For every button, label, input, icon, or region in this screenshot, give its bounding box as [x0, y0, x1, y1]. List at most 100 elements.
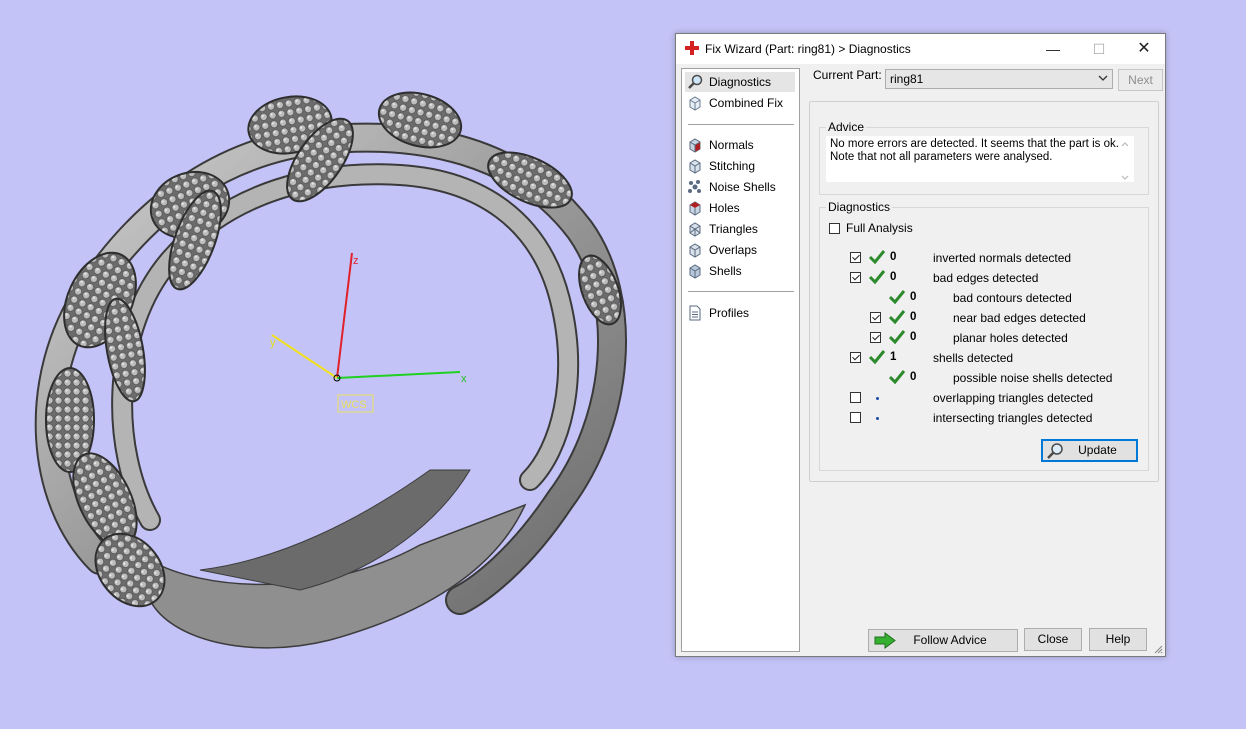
help-button[interactable]: Help: [1089, 628, 1147, 651]
diag-label: possible noise shells detected: [953, 371, 1113, 385]
advice-line-1: No more errors are detected. It seems th…: [830, 138, 1119, 150]
chevron-down-icon: [1098, 75, 1108, 81]
advice-text: No more errors are detected. It seems th…: [826, 136, 1134, 182]
overlapping-triangles-checkbox[interactable]: [850, 392, 861, 403]
red-cross-icon: [685, 41, 699, 55]
intersecting-triangles-checkbox[interactable]: [850, 412, 861, 423]
y-axis-label: y: [270, 337, 276, 349]
bad-edges-checkbox[interactable]: [850, 272, 861, 283]
document-icon: [689, 305, 701, 321]
nav-item-label: Overlaps: [709, 243, 758, 257]
z-axis-label: z: [353, 255, 359, 267]
nav-item-holes[interactable]: Holes: [685, 198, 740, 218]
nav-item-label: Stitching: [709, 159, 756, 173]
nav-item-combined-fix[interactable]: Combined Fix: [685, 93, 783, 113]
nav-item-label: Noise Shells: [709, 180, 776, 194]
cube-icon: [689, 96, 701, 111]
nav-item-label: Normals: [709, 138, 754, 152]
not-run-indicator: [876, 417, 879, 420]
current-part-value: ring81: [890, 72, 924, 86]
close-button[interactable]: Close: [1024, 628, 1082, 651]
nav-item-overlaps[interactable]: Overlaps: [685, 240, 757, 260]
nav-item-noise-shells[interactable]: Noise Shells: [685, 177, 776, 197]
nav-item-triangles[interactable]: Triangles: [685, 219, 758, 239]
nav-separator: [688, 124, 794, 125]
check-icon: [868, 250, 886, 265]
shells-cube-icon: [689, 264, 701, 279]
nav-item-diagnostics[interactable]: Diagnostics: [685, 72, 795, 92]
wizard-page: Advice No more errors are detected. It s…: [809, 101, 1159, 482]
current-part-label: Current Part:: [813, 68, 882, 82]
check-icon: [888, 330, 906, 345]
shells-checkbox[interactable]: [850, 352, 861, 363]
diag-count: 1: [890, 351, 897, 363]
resize-grip-icon[interactable]: [1153, 644, 1163, 654]
diag-label: planar holes detected: [953, 331, 1068, 345]
noise-shells-icon: [688, 180, 701, 193]
overlaps-cube-icon: [689, 243, 701, 258]
nav-item-stitching[interactable]: Stitching: [685, 156, 755, 176]
advice-line-2: Note that not all parameters were analys…: [830, 151, 1053, 163]
magnifier-icon: [1047, 443, 1063, 459]
update-label: Update: [1078, 443, 1117, 457]
advice-title: Advice: [826, 120, 867, 134]
nav-item-label: Shells: [709, 264, 742, 278]
wizard-nav: Diagnostics Combined Fix Normals Stitchi…: [681, 68, 800, 652]
diag-count: 0: [910, 291, 917, 303]
check-icon: [888, 370, 906, 385]
diag-count: 0: [910, 331, 917, 343]
fix-wizard-dialog: Fix Wizard (Part: ring81) > Diagnostics …: [675, 33, 1166, 657]
advice-scrollbar[interactable]: [1119, 139, 1131, 183]
near-bad-edges-checkbox[interactable]: [870, 312, 881, 323]
holes-cube-icon: [689, 201, 701, 216]
check-icon: [868, 350, 886, 365]
maximize-button[interactable]: ☐: [1076, 34, 1122, 64]
diagnostics-group: Diagnostics Full Analysis 0 inverted nor…: [819, 200, 1149, 471]
close-window-button[interactable]: ✕: [1121, 34, 1167, 64]
follow-advice-label: Follow Advice: [913, 633, 987, 647]
arrow-right-icon: [874, 632, 896, 649]
normals-cube-icon: [689, 138, 701, 153]
nav-item-profiles[interactable]: Profiles: [685, 303, 749, 323]
full-analysis-checkbox[interactable]: [829, 223, 840, 234]
stitching-cube-icon: [689, 159, 701, 174]
nav-item-shells[interactable]: Shells: [685, 261, 742, 281]
nav-item-label: Triangles: [709, 222, 758, 236]
update-button[interactable]: Update: [1041, 439, 1138, 462]
diag-count: 0: [890, 251, 897, 263]
follow-advice-button[interactable]: Follow Advice: [868, 629, 1018, 652]
window-title: Fix Wizard (Part: ring81) > Diagnostics: [705, 42, 911, 56]
nav-item-label: Profiles: [709, 306, 750, 320]
diag-label: inverted normals detected: [933, 251, 1072, 265]
nav-item-normals[interactable]: Normals: [685, 135, 754, 155]
ring-model: z y x WCS: [34, 91, 627, 649]
diag-label: overlapping triangles detected: [933, 391, 1094, 405]
nav-item-label: Combined Fix: [709, 96, 784, 110]
planar-holes-checkbox[interactable]: [870, 332, 881, 343]
diag-label: near bad edges detected: [953, 311, 1086, 325]
next-button[interactable]: Next: [1118, 69, 1163, 91]
nav-item-label: Diagnostics: [709, 75, 772, 89]
diag-label: bad contours detected: [953, 291, 1072, 305]
x-axis-label: x: [461, 373, 467, 385]
diag-label: bad edges detected: [933, 271, 1039, 285]
full-analysis-label: Full Analysis: [846, 221, 913, 235]
magnifier-icon: [688, 74, 703, 89]
minimize-button[interactable]: —: [1030, 34, 1076, 64]
diag-count: 0: [890, 271, 897, 283]
wcs-label: WCS: [341, 399, 367, 411]
inverted-normals-checkbox[interactable]: [850, 252, 861, 263]
current-part-select[interactable]: ring81: [885, 69, 1113, 89]
triangles-cube-icon: [689, 222, 701, 237]
nav-item-label: Holes: [709, 201, 740, 215]
advice-group: Advice No more errors are detected. It s…: [819, 120, 1149, 195]
not-run-indicator: [876, 397, 879, 400]
diagnostics-title: Diagnostics: [826, 200, 893, 214]
diag-label: shells detected: [933, 351, 1014, 365]
nav-separator: [688, 291, 794, 292]
check-icon: [888, 290, 906, 305]
diag-count: 0: [910, 371, 917, 383]
title-bar[interactable]: Fix Wizard (Part: ring81) > Diagnostics …: [676, 34, 1165, 64]
check-icon: [888, 310, 906, 325]
diag-label: intersecting triangles detected: [933, 411, 1093, 425]
